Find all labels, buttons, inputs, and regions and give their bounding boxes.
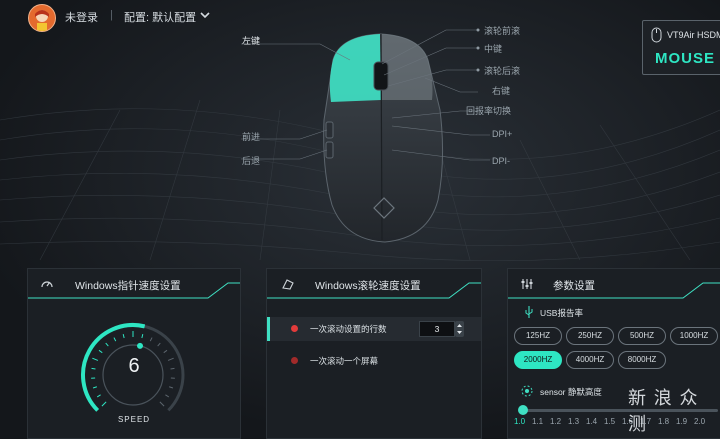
mouse-illustration [0,0,720,268]
gauge-tick [164,350,167,352]
rate-option-2000hz[interactable]: 2000HZ [514,351,562,369]
sensor-icon [521,385,533,397]
speedometer-icon [40,277,54,291]
label-back[interactable]: 后退 [242,154,260,167]
lod-slider-handle[interactable] [518,405,528,415]
option-lines-label: 一次滚动设置的行数 [310,323,387,335]
stepper-arrows-icon[interactable] [455,321,464,337]
lod-tick: 1.5 [604,417,615,426]
gauge-tick [102,402,106,406]
gauge-tick [142,334,143,338]
option-page-row[interactable]: 一次滚动一个屏幕 [267,349,481,373]
lod-label: sensor 静默高度 [540,386,602,398]
pointer-speed-panel: Windows指针速度设置 6 SPEED [27,268,241,439]
gauge-tick [168,358,174,360]
gauge-indicator [137,343,143,349]
pointer-panel-title: Windows指针速度设置 [75,278,181,293]
option-page-radio[interactable] [291,357,298,364]
selected-indicator [267,317,270,341]
label-middle-button[interactable]: 中键 [484,42,502,55]
gauge-tick [169,387,173,388]
lines-stepper[interactable]: 3 [419,321,465,337]
label-dpi-plus[interactable]: DPI+ [492,129,512,139]
option-lines-row[interactable]: 一次滚动设置的行数 3 [267,317,481,341]
label-left-button[interactable]: 左键 [242,34,260,47]
rate-option-8000hz[interactable]: 8000HZ [618,351,666,369]
params-panel-title: 参数设置 [553,278,595,293]
gauge-tick [150,338,152,342]
rate-option-125hz[interactable]: 125HZ [514,327,562,345]
label-scroll-down[interactable]: 滚轮后滚 [484,64,520,77]
rate-option-4000hz[interactable]: 4000HZ [566,351,614,369]
rate-option-1000hz[interactable]: 1000HZ [670,327,718,345]
lod-tick: 1.4 [586,417,597,426]
gauge-tick [160,402,164,406]
sliders-icon [520,277,534,291]
gauge-tick [123,334,124,338]
label-dpi-minus[interactable]: DPI- [492,156,510,166]
gauge-tick [158,343,161,346]
lines-value[interactable]: 3 [419,321,455,337]
label-forward[interactable]: 前进 [242,130,260,143]
gauge-tick [106,343,109,346]
label-scroll-up[interactable]: 滚轮前滚 [484,24,520,37]
usb-icon [523,305,535,319]
gauge-tick [97,395,100,397]
lod-tick: 1.1 [532,417,543,426]
lod-tick: 1.0 [514,417,525,426]
option-page-label: 一次滚动一个屏幕 [310,355,378,367]
scroll-speed-panel: Windows滚轮速度设置 一次滚动设置的行数 3 一次滚动一个屏幕 [266,268,482,439]
gauge-tick [114,338,116,342]
scroll-panel-title: Windows滚轮速度设置 [315,278,421,293]
option-lines-radio[interactable] [291,325,298,332]
gauge-tick [171,368,175,369]
watermark-text: 新 浪 众 测 [628,384,720,436]
rate-option-500hz[interactable]: 500HZ [618,327,666,345]
gauge-tick [165,395,168,397]
gauge-tick [99,350,102,352]
usb-rate-label: USB报告率 [540,307,583,319]
label-rate-switch[interactable]: 回报率切换 [466,104,511,117]
rate-option-250hz[interactable]: 250HZ [566,327,614,345]
scroll-mouse-icon [281,277,295,291]
panel-header-decoration [508,269,720,299]
speed-value: 6 [120,355,148,378]
gauge-tick [92,368,96,369]
lod-tick: 1.3 [568,417,579,426]
lod-tick: 1.2 [550,417,561,426]
speed-label: SPEED [108,415,160,424]
gauge-tick [93,387,97,388]
gauge-tick [92,358,98,360]
label-right-button[interactable]: 右键 [492,84,510,97]
